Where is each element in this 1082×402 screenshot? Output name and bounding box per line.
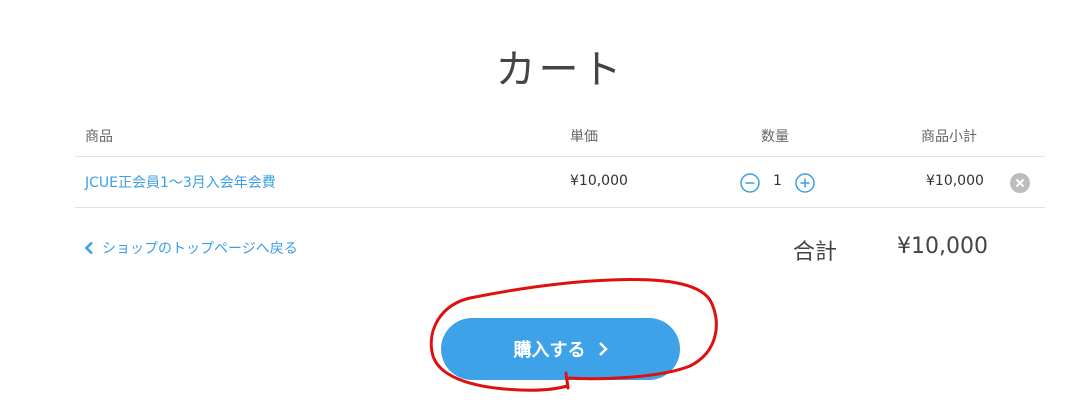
header-product: 商品 <box>85 129 113 145</box>
divider-top <box>75 156 1045 157</box>
quantity-decrease-button[interactable] <box>740 173 760 193</box>
minus-circle-icon <box>740 173 760 193</box>
total-label: 合計 <box>793 240 838 265</box>
remove-item-button[interactable] <box>1010 173 1030 193</box>
total-value: ¥10,000 <box>897 234 988 259</box>
back-link-label: ショップのトップページへ戻る <box>102 241 298 257</box>
back-to-shop-link[interactable]: ショップのトップページへ戻る <box>84 238 298 258</box>
item-subtotal: ¥10,000 <box>926 173 984 189</box>
chevron-left-icon <box>84 241 93 255</box>
purchase-button[interactable]: 購入する <box>441 318 680 380</box>
header-quantity: 数量 <box>761 129 789 145</box>
purchase-button-label: 購入する <box>513 340 586 361</box>
table-header: 商品 単価 数量 商品小計 <box>0 126 1082 148</box>
unit-price: ¥10,000 <box>570 173 628 189</box>
header-subtotal: 商品小計 <box>921 129 977 145</box>
product-link[interactable]: JCUE正会員1〜3月入会年会費 <box>85 172 276 192</box>
quantity-value: 1 <box>773 173 782 189</box>
divider-bottom <box>75 207 1045 208</box>
plus-circle-icon <box>795 173 815 193</box>
quantity-increase-button[interactable] <box>795 173 815 193</box>
header-unit-price: 単価 <box>570 129 598 145</box>
chevron-right-icon <box>598 342 608 356</box>
page-title: カート <box>495 46 625 93</box>
table-row: JCUE正会員1〜3月入会年会費 ¥10,000 1 ¥10,000 <box>0 170 1082 196</box>
close-circle-icon <box>1010 173 1030 193</box>
